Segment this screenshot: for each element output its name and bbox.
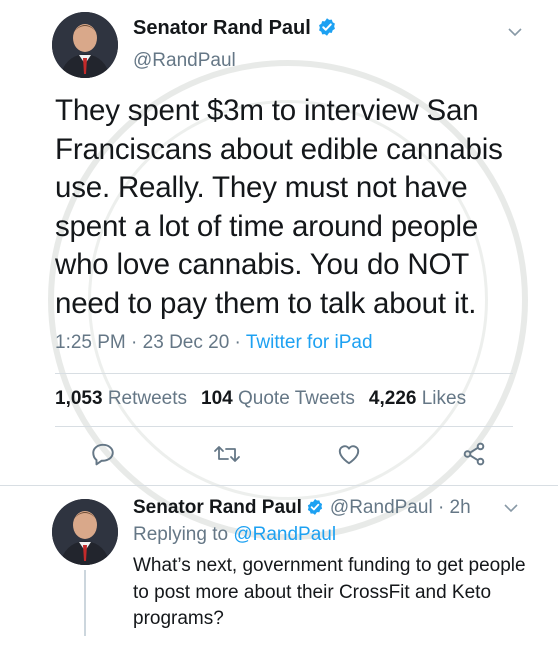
likes-stat[interactable]: 4,226 Likes xyxy=(369,388,466,409)
verified-badge-icon xyxy=(306,498,324,522)
reply-time[interactable]: · 2h xyxy=(438,497,471,518)
tweet-stats: 1,053 Retweets 104 Quote Tweets 4,226 Like… xyxy=(55,388,466,410)
tweet-metadata: 1:25 PM · 23 Dec 20 · Twitter for iPad xyxy=(55,332,373,353)
author-handle[interactable]: @RandPaul xyxy=(330,497,433,518)
chevron-down-icon[interactable] xyxy=(508,24,522,40)
avatar[interactable] xyxy=(52,12,118,78)
tweet-text: They spent $3m to interview San Francisc… xyxy=(55,94,503,320)
replying-to-mention[interactable]: @RandPaul xyxy=(233,524,336,545)
author-name[interactable]: Senator Rand Paul xyxy=(133,17,337,43)
action-bar xyxy=(0,441,558,471)
author-name[interactable]: Senator Rand Paul xyxy=(133,497,302,518)
retweets-stat[interactable]: 1,053 Retweets xyxy=(55,388,187,409)
tweet-date[interactable]: 23 Dec 20 xyxy=(143,332,230,353)
reply-header: Senator Rand Paul @RandPaul · 2h xyxy=(133,497,471,522)
chevron-down-icon[interactable] xyxy=(504,500,518,516)
reply-text: What’s next, government funding to get p… xyxy=(133,555,526,629)
avatar[interactable] xyxy=(52,499,118,565)
retweet-icon[interactable] xyxy=(213,441,241,472)
tweet-time[interactable]: 1:25 PM xyxy=(55,332,126,353)
divider xyxy=(55,373,513,374)
divider xyxy=(0,485,558,486)
share-icon[interactable] xyxy=(461,441,487,472)
like-icon[interactable] xyxy=(336,441,362,472)
tweet-source[interactable]: Twitter for iPad xyxy=(246,332,373,353)
author-handle[interactable]: @RandPaul xyxy=(133,50,236,72)
verified-badge-icon xyxy=(317,17,337,43)
quote-tweets-stat[interactable]: 104 Quote Tweets xyxy=(201,388,355,409)
divider xyxy=(55,426,513,427)
replying-to: Replying to @RandPaul xyxy=(133,524,337,545)
thread-line xyxy=(84,570,86,636)
reply-icon[interactable] xyxy=(90,441,116,472)
